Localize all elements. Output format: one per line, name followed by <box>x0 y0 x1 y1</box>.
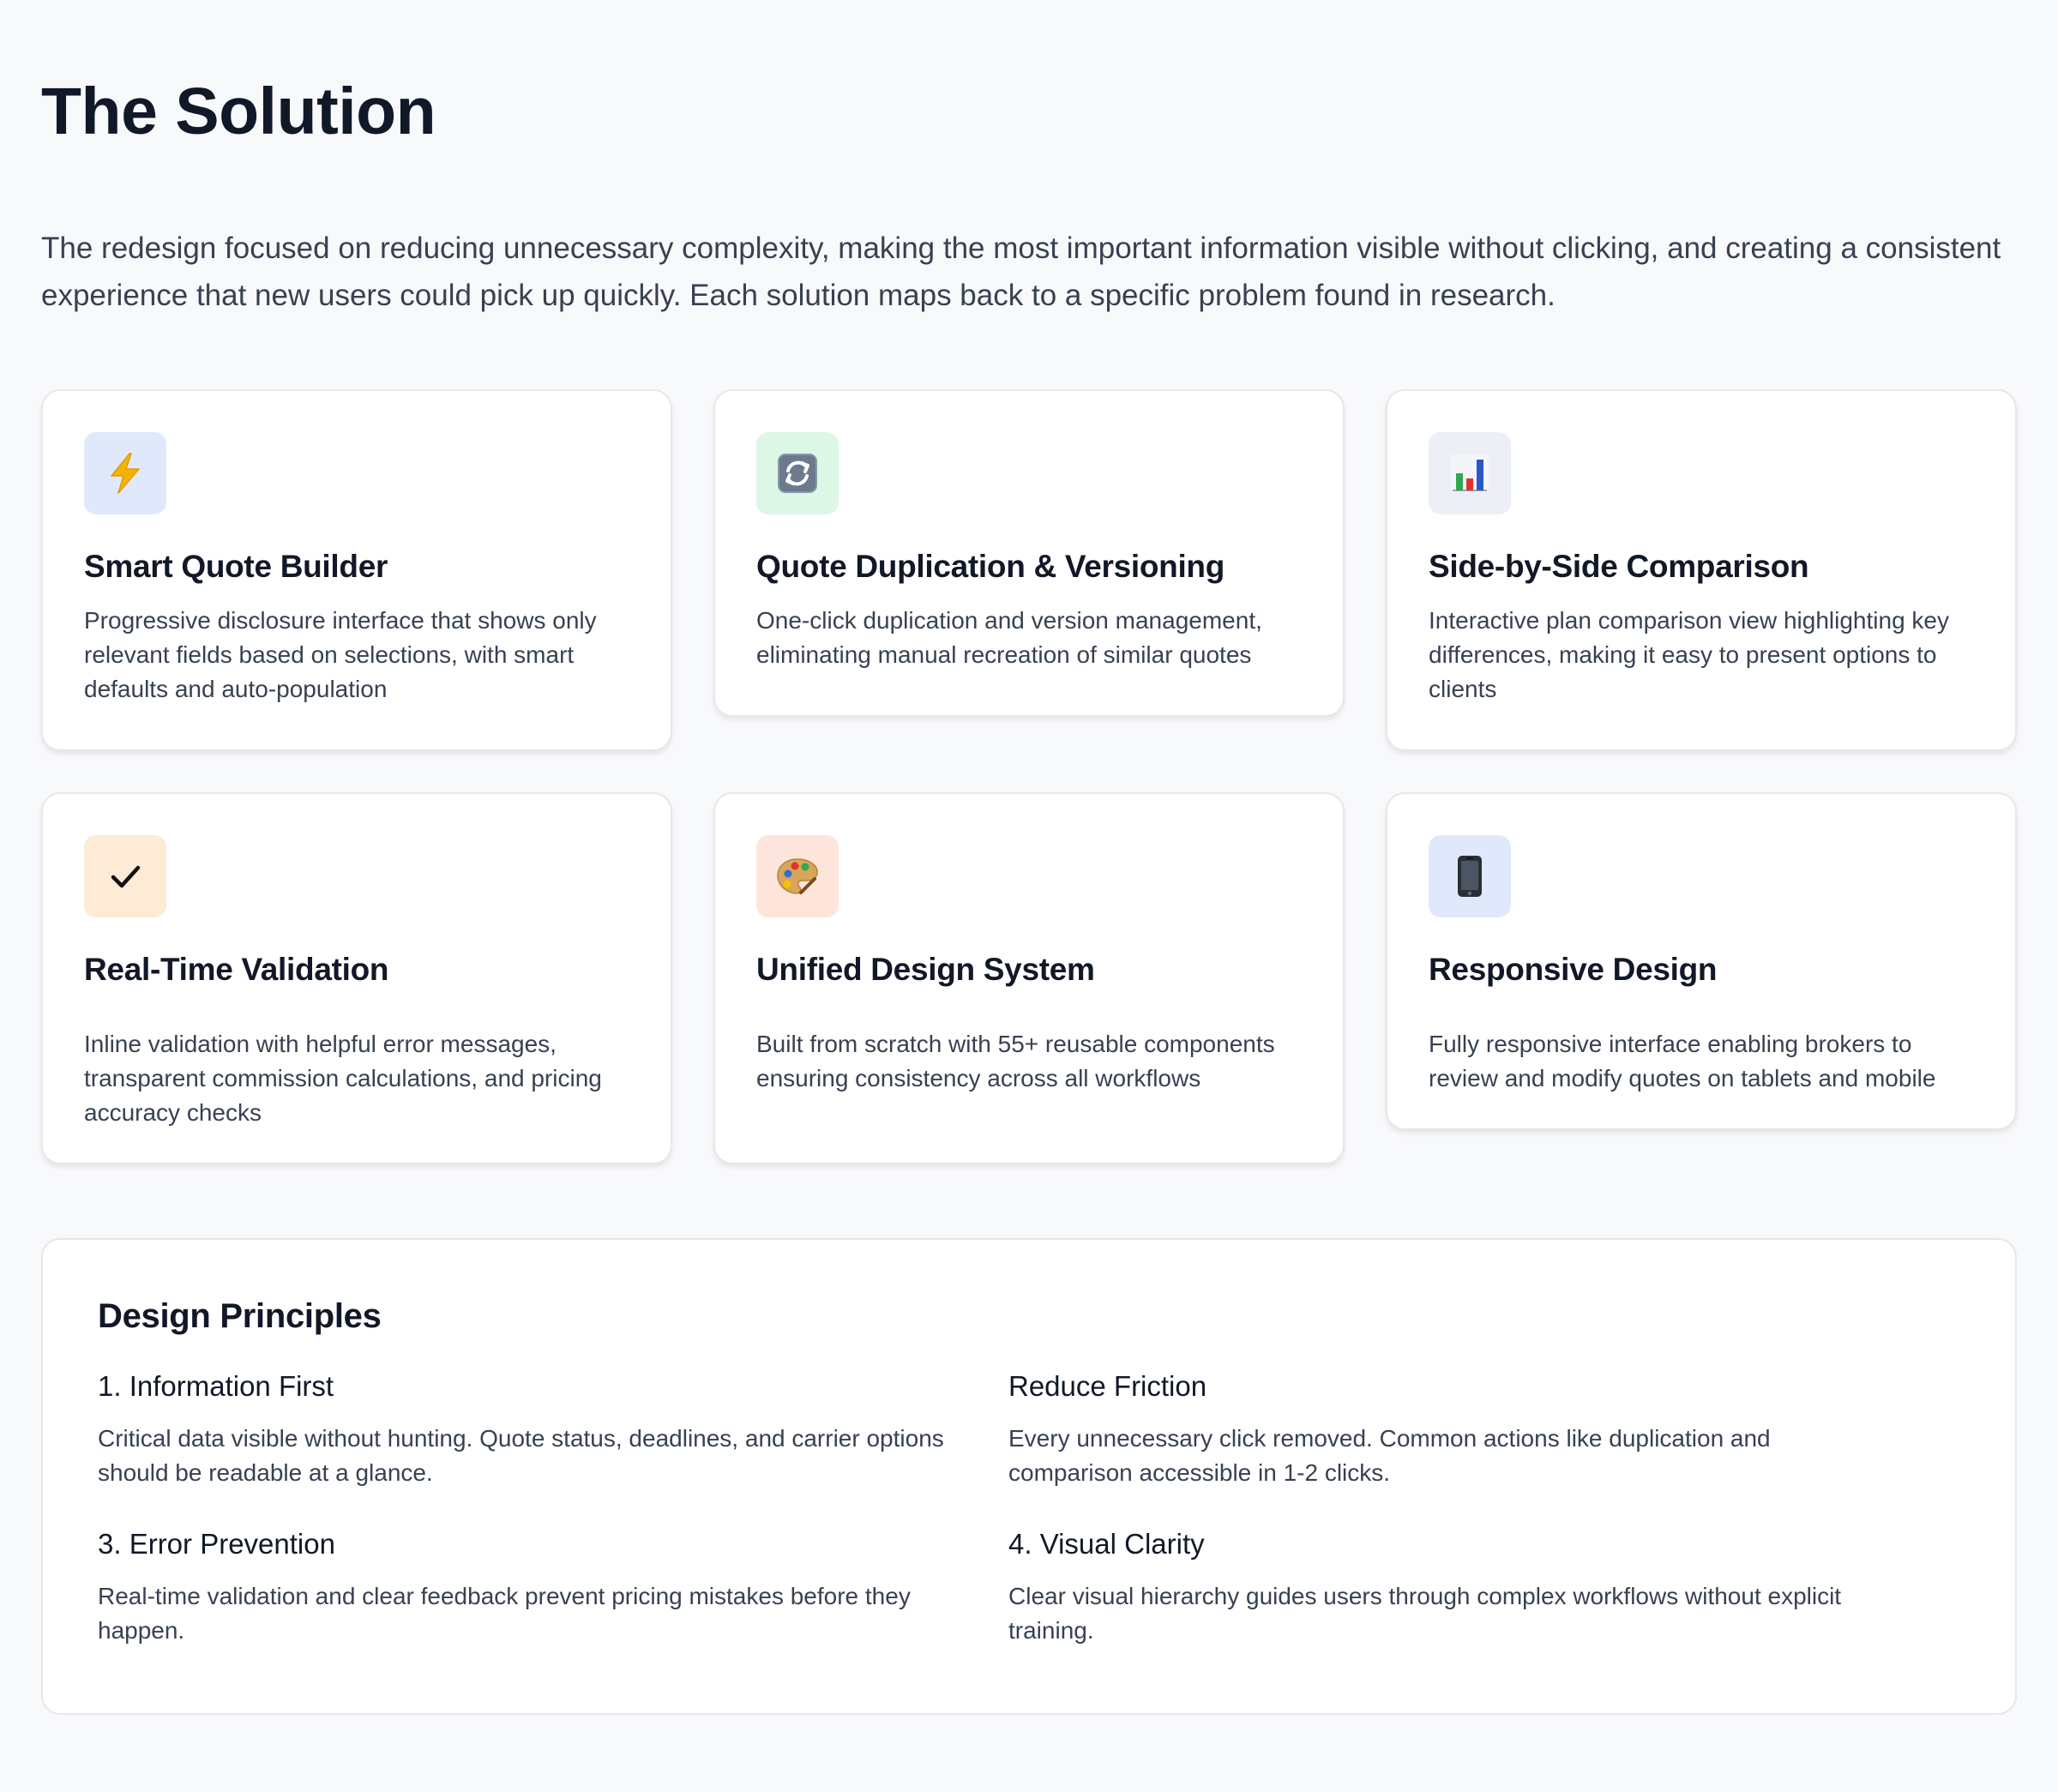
solution-card-responsive-design: Responsive Design Fully responsive inter… <box>1386 792 2017 1130</box>
solution-card-side-by-side-comparison: Side-by-Side Comparison Interactive plan… <box>1386 389 2017 751</box>
design-principles-panel: Design Principles 1. Information First C… <box>41 1238 2017 1715</box>
principle-title: 3. Error Prevention <box>98 1528 335 1560</box>
mobile-phone-icon <box>1458 856 1482 897</box>
principle-item: Reduce Friction Every unnecessary click … <box>1008 1368 1866 1490</box>
principle-title: 1. Information First <box>98 1370 334 1402</box>
card-title: Real-Time Validation <box>84 952 389 987</box>
refresh-icon <box>778 454 817 493</box>
intro-paragraph: The redesign focused on reducing unneces… <box>41 232 2001 312</box>
card-title: Responsive Design <box>1429 952 1718 987</box>
principle-description: Critical data visible without hunting. Q… <box>98 1425 944 1486</box>
principles-grid: 1. Information First Critical data visib… <box>98 1368 1960 1648</box>
principle-description: Clear visual hierarchy guides users thro… <box>1008 1583 1842 1644</box>
checkmark-icon <box>111 865 141 888</box>
icon-container <box>756 432 839 514</box>
card-description: One-click duplication and version manage… <box>756 607 1262 668</box>
principle-description: Every unnecessary click removed. Common … <box>1008 1425 1771 1486</box>
icon-container <box>1429 432 1511 514</box>
card-title: Side-by-Side Comparison <box>1429 549 1809 584</box>
principle-title: 4. Visual Clarity <box>1008 1528 1205 1560</box>
card-description: Fully responsive interface enabling brok… <box>1429 1031 1936 1091</box>
principle-description: Real-time validation and clear feedback … <box>98 1583 911 1644</box>
principle-item: 1. Information First Critical data visib… <box>98 1368 1008 1490</box>
principle-item: 3. Error Prevention Real-time validation… <box>98 1526 1008 1648</box>
icon-container <box>84 432 166 514</box>
principle-title: Reduce Friction <box>1008 1370 1207 1402</box>
card-description: Inline validation with helpful error mes… <box>84 1031 602 1126</box>
card-title: Smart Quote Builder <box>84 549 388 584</box>
solution-card-smart-quote-builder: Smart Quote Builder Progressive disclosu… <box>41 389 672 751</box>
icon-container <box>756 835 839 917</box>
card-title: Quote Duplication & Versioning <box>756 549 1225 584</box>
lightning-icon <box>111 453 140 494</box>
icon-container <box>84 835 166 917</box>
solution-cards-grid: Smart Quote Builder Progressive disclosu… <box>41 389 2018 1164</box>
solution-card-real-time-validation: Real-Time Validation Inline validation w… <box>41 792 672 1164</box>
palette-icon <box>777 858 818 894</box>
solution-card-quote-duplication: Quote Duplication & Versioning One-click… <box>713 389 1345 717</box>
card-description: Progressive disclosure interface that sh… <box>84 607 597 702</box>
solution-card-unified-design-system: Unified Design System Built from scratch… <box>713 792 1345 1164</box>
card-description: Interactive plan comparison view highlig… <box>1429 607 1949 702</box>
icon-container <box>1429 835 1511 917</box>
principles-title: Design Principles <box>98 1297 382 1335</box>
page-title: The Solution <box>41 75 436 148</box>
bar-chart-icon <box>1451 454 1489 492</box>
solution-page: The Solution The redesign focused on red… <box>0 0 2058 1792</box>
principle-item: 4. Visual Clarity Clear visual hierarchy… <box>1008 1526 1866 1648</box>
card-title: Unified Design System <box>756 952 1095 987</box>
card-description: Built from scratch with 55+ reusable com… <box>756 1031 1275 1091</box>
